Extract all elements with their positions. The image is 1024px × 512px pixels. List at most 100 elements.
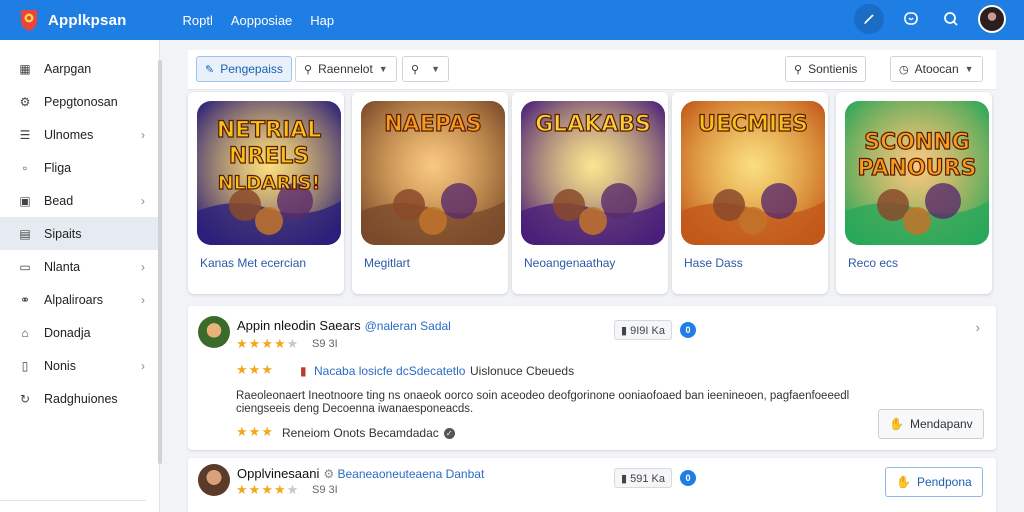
- refresh-icon: ↻: [19, 391, 31, 406]
- box-icon: ▣: [19, 193, 31, 208]
- sidebar-item-4[interactable]: ▫ Fliga: [0, 151, 159, 184]
- game-art[interactable]: UECMIES: [681, 101, 825, 245]
- rating-stars: ★★★★★: [236, 336, 299, 352]
- sidebar-list: ▦ Aarpgan ⚙ Pepgtonosan ☰ Ulnomes › ▫ Fliga ▣ Bead…: [0, 52, 159, 415]
- top-nav-item-2[interactable]: Aopposiae: [231, 13, 292, 28]
- line-stars: ★★★: [236, 362, 274, 378]
- sidebar-item-8[interactable]: ⚭ Alpaliroars ›: [0, 283, 159, 316]
- star-icon: ★: [236, 362, 249, 377]
- chevron-down-icon: ▼: [378, 64, 388, 74]
- review-subtitle[interactable]: @naleran Sadal: [365, 319, 451, 333]
- review-card[interactable]: Opplvinesaani ⚙ Beaneaoneuteaena Danbat ★…: [188, 458, 996, 512]
- filter-dropdown-2[interactable]: ⚲ ▼: [402, 56, 449, 82]
- view-dropdown[interactable]: ◷ Atoocan ▼: [890, 56, 983, 82]
- pen-icon[interactable]: [854, 4, 884, 34]
- sidebar-item-label: Radghuiones: [44, 391, 118, 406]
- tag-icon: ▮: [300, 364, 307, 378]
- rating-stars: ★★★★★: [236, 482, 299, 498]
- star-icon: ★: [248, 362, 262, 377]
- game-title[interactable]: Hase Dass: [684, 256, 743, 270]
- user-avatar[interactable]: [978, 5, 1006, 33]
- user-icon: ⚲: [794, 63, 803, 76]
- search-icon[interactable]: [938, 4, 964, 34]
- filter-dropdown-1[interactable]: ⚲ Raennelot ▼: [295, 56, 397, 82]
- view-dropdown-label: Atoocan: [914, 62, 959, 76]
- star-icon: ★: [261, 482, 274, 497]
- sidebar-item-6[interactable]: ▤ Sipaits: [0, 217, 159, 250]
- notification-badge: 0: [680, 470, 696, 486]
- review-count-pill[interactable]: ▮ 9I9I Ka: [614, 320, 672, 340]
- game-title[interactable]: Kanas Met ecercian: [200, 256, 306, 270]
- list-icon: ☰: [19, 127, 31, 142]
- sidebar-scrollbar[interactable]: [158, 60, 162, 464]
- review-action-label: Pendpona: [916, 475, 972, 489]
- user-icon: ⚲: [304, 63, 313, 76]
- chat-icon[interactable]: [898, 4, 924, 34]
- hand-icon: ✋: [889, 417, 904, 431]
- star-icon: ★: [261, 424, 274, 439]
- game-art[interactable]: NAEPAS: [361, 101, 505, 245]
- top-nav: Roptl Aopposiae Hap: [182, 13, 334, 28]
- review-subtitle-text: Beaneaoneuteaena Danbat: [337, 467, 485, 481]
- reviewer-avatar[interactable]: [198, 464, 230, 496]
- hand-icon: ✋: [896, 475, 911, 489]
- review-title: Appin nleodin Saears @naleran Sadal: [237, 318, 451, 333]
- top-nav-item-1[interactable]: Roptl: [182, 13, 212, 28]
- reviewer-avatar[interactable]: [198, 316, 230, 348]
- game-card[interactable]: GLAKABS Neoangenaathay: [512, 92, 668, 294]
- review-card[interactable]: Appin nleodin Saears @naleran Sadal ★★★★★…: [188, 306, 996, 450]
- chevron-down-icon: ▼: [964, 64, 974, 74]
- game-title[interactable]: Megitlart: [364, 256, 410, 270]
- sidebar-item-10[interactable]: ▯ Nonis ›: [0, 349, 159, 382]
- table-icon: ▤: [19, 226, 31, 241]
- star-icon: ★: [236, 424, 249, 439]
- game-card[interactable]: SCONNG PANOURS Reco ecs: [836, 92, 992, 294]
- chevron-right-icon: ›: [141, 292, 145, 307]
- svg-text:PANOURS: PANOURS: [858, 156, 977, 181]
- svg-text:SCONNG: SCONNG: [864, 130, 970, 155]
- sort-button[interactable]: ⚲ Sontienis: [785, 56, 867, 82]
- svg-text:NETRIAL: NETRIAL: [217, 118, 322, 143]
- game-card[interactable]: NAEPAS Megitlart: [352, 92, 508, 294]
- game-card[interactable]: UECMIES Hase Dass: [672, 92, 828, 294]
- gear-icon: ⚙: [19, 94, 31, 109]
- game-title[interactable]: Neoangenaathay: [524, 256, 615, 270]
- review-action-button[interactable]: ✋ Mendapanv: [878, 409, 984, 439]
- review-footer-label: Reneiom Onots Becamdadac: [282, 426, 439, 440]
- filter-dropdown-label: Raennelot: [318, 62, 373, 76]
- review-tags[interactable]: Nacaba losicfe dcSdecatetlo: [314, 364, 465, 378]
- sidebar-item-9[interactable]: ⌂ Donadja: [0, 316, 159, 349]
- sidebar-item-7[interactable]: ▭ Nlanta ›: [0, 250, 159, 283]
- chevron-right-icon: ›: [141, 127, 145, 142]
- game-art[interactable]: NETRIAL NRELS NLDARIS!: [197, 101, 341, 245]
- review-count-pill[interactable]: ▮ 591 Ka: [614, 468, 672, 488]
- sort-label: Sontienis: [808, 62, 858, 76]
- game-art-graphic: NETRIALNRELS NLDARIS!: [197, 101, 341, 245]
- review-body: Raeoleonaert Ineotnoore ting ns onaeok o…: [236, 390, 850, 415]
- app-logo-icon[interactable]: [18, 8, 40, 32]
- sidebar-item-1[interactable]: ▦ Aarpgan: [0, 52, 159, 85]
- sidebar-item-11[interactable]: ↻ Radghuiones: [0, 382, 159, 415]
- chevron-right-icon: ›: [141, 259, 145, 274]
- filter-chip-primary[interactable]: ✎ Pengepaiss: [196, 56, 292, 82]
- game-card[interactable]: NETRIAL NRELS NLDARIS! Kanas Met ecercian: [188, 92, 344, 294]
- sidebar-item-label: Alpaliroars: [44, 292, 104, 307]
- chevron-right-icon[interactable]: ›: [976, 320, 980, 335]
- chevron-right-icon: ›: [141, 193, 145, 208]
- star-icon: ★: [286, 482, 300, 497]
- game-art[interactable]: GLAKABS: [521, 101, 665, 245]
- star-icon: ★: [286, 336, 300, 351]
- top-nav-item-3[interactable]: Hap: [310, 13, 334, 28]
- sidebar-item-3[interactable]: ☰ Ulnomes ›: [0, 118, 159, 151]
- sidebar-item-2[interactable]: ⚙ Pepgtonosan: [0, 85, 159, 118]
- review-title-text: Appin nleodin Saears: [237, 318, 361, 333]
- game-title[interactable]: Reco ecs: [848, 256, 898, 270]
- star-icon: ★: [248, 424, 262, 439]
- game-art-graphic: SCONNGPANOURS: [845, 101, 989, 245]
- star-icon: ★: [261, 362, 274, 377]
- review-subtitle[interactable]: ⚙ Beaneaoneuteaena Danbat: [323, 467, 484, 481]
- review-action-button[interactable]: ✋ Pendpona: [885, 467, 983, 497]
- sidebar-item-5[interactable]: ▣ Bead ›: [0, 184, 159, 217]
- home-icon: ⌂: [21, 325, 29, 340]
- game-art[interactable]: SCONNG PANOURS: [845, 101, 989, 245]
